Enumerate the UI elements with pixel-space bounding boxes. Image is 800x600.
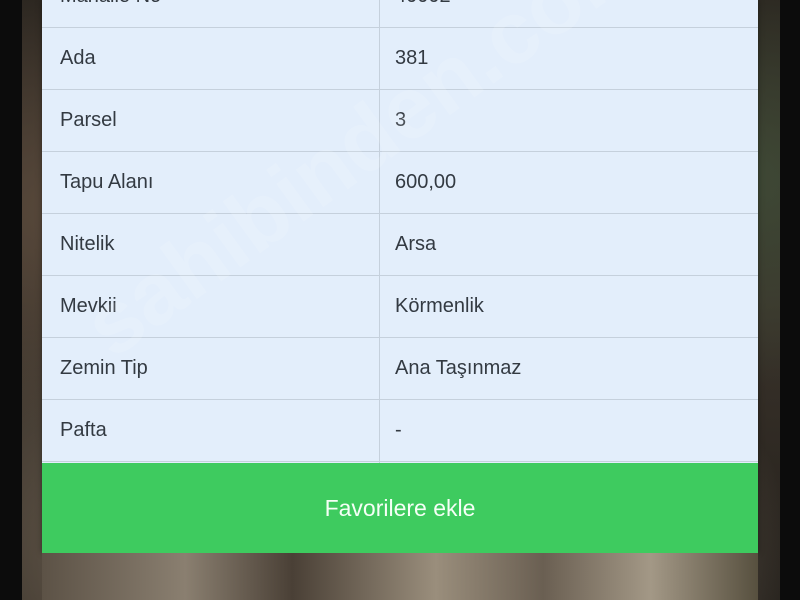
table-row-zemin-tip: Zemin Tip Ana Taşınmaz bbox=[42, 338, 758, 400]
table-row-mevkii: Mevkii Körmenlik bbox=[42, 276, 758, 338]
row-value: 381 bbox=[395, 47, 429, 69]
row-value: - bbox=[395, 419, 402, 441]
row-value: 600,00 bbox=[395, 171, 457, 193]
row-label: Tapu Alanı bbox=[60, 171, 154, 193]
add-to-favorites-button[interactable]: Favorilere ekle bbox=[42, 463, 758, 553]
row-label: Zemin Tip bbox=[60, 357, 148, 379]
table-row-parsel: Parsel 3 bbox=[42, 90, 758, 152]
row-label: Mahalle No bbox=[60, 0, 378, 27]
parcel-info-panel: Mahalle No 40002 Ada 381 Parsel 3 Tapu A… bbox=[42, 0, 758, 553]
table-row-tapu-alani: Tapu Alanı 600,00 bbox=[42, 152, 758, 214]
right-frame-edge bbox=[780, 0, 800, 600]
row-value: Körmenlik bbox=[395, 295, 484, 317]
row-label: Ada bbox=[60, 47, 96, 69]
table-row-ada: Ada 381 bbox=[42, 28, 758, 90]
row-label: Mevkii bbox=[60, 295, 117, 317]
row-value: Arsa bbox=[395, 233, 437, 255]
table-row-mahalle-no: Mahalle No 40002 bbox=[42, 0, 758, 28]
background-photo-strip bbox=[42, 553, 758, 600]
row-value: 3 bbox=[395, 109, 407, 131]
column-divider bbox=[379, 0, 380, 463]
row-value: 40002 bbox=[395, 0, 735, 27]
table-row-nitelik: Nitelik Arsa bbox=[42, 214, 758, 276]
row-label: Pafta bbox=[60, 419, 107, 441]
row-value: Ana Taşınmaz bbox=[395, 357, 522, 379]
row-label: Nitelik bbox=[60, 233, 115, 255]
row-label: Parsel bbox=[60, 109, 117, 131]
left-frame-edge bbox=[0, 0, 22, 600]
table-row-pafta: Pafta - bbox=[42, 400, 758, 462]
